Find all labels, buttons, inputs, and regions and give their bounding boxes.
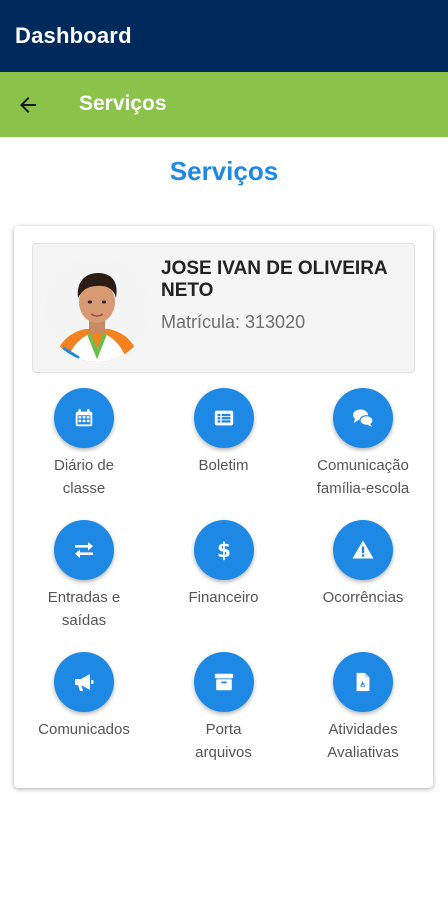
service-label: Porta arquivos (195, 721, 252, 761)
sub-bar: Serviços (0, 72, 448, 137)
student-name: JOSE IVAN DE OLIVEIRA NETO (161, 258, 387, 301)
service-entradas-e-saidas[interactable]: Entradas e saídas (14, 520, 154, 652)
service-atividades-avaliativas[interactable]: Atividades Avaliativas (293, 652, 433, 784)
page-title: Serviços (169, 156, 279, 186)
calendar-icon (75, 408, 93, 427)
archive-box-icon (214, 673, 233, 691)
chat-bubbles-icon (353, 409, 374, 427)
app-bar-title: Dashboard (15, 23, 132, 48)
service-label: Comunicados (38, 721, 130, 738)
services-card: JOSE IVAN DE OLIVEIRA NETO Matrícula: 31… (14, 226, 433, 788)
service-ocorrencias[interactable]: Ocorrências (293, 520, 433, 652)
exchange-arrows-icon (75, 542, 93, 558)
megaphone-icon (75, 674, 94, 691)
warning-triangle-icon (352, 540, 374, 559)
service-diario-de-classe[interactable]: Diário de classe (14, 388, 154, 520)
dollar-icon: $ (217, 538, 231, 562)
service-boletim[interactable]: Boletim (154, 388, 293, 520)
arrow-left-icon (20, 97, 36, 113)
student-registration: Matrícula: 313020 (161, 312, 306, 332)
service-label: Atividades Avaliativas (327, 721, 399, 761)
svg-text:$: $ (217, 538, 231, 562)
avatar (45, 258, 149, 362)
app-bar: Dashboard (0, 0, 448, 72)
service-porta-arquivos[interactable]: Porta arquivos (154, 652, 293, 784)
back-button[interactable] (14, 91, 42, 119)
service-label: Ocorrências (322, 589, 404, 606)
service-label: Comunicação família-escola (316, 457, 410, 497)
service-label: Diário de classe (53, 457, 115, 497)
service-financeiro[interactable]: $ Financeiro (154, 520, 293, 652)
service-comunicados[interactable]: Comunicados (14, 652, 154, 784)
service-label: Boletim (198, 457, 249, 474)
student-info: JOSE IVAN DE OLIVEIRA NETO Matrícula: 31… (32, 243, 415, 373)
student-photo (45, 258, 149, 362)
services-grid: Diário de classe Boletim Comunicação fam… (14, 388, 433, 784)
service-label: Entradas e saídas (47, 589, 121, 629)
service-comunicacao-familia-escola[interactable]: Comunicação família-escola (293, 388, 433, 520)
list-alt-icon (214, 410, 233, 426)
file-document-icon (356, 672, 370, 692)
service-label: Financeiro (188, 589, 259, 606)
sub-bar-title: Serviços (79, 92, 167, 115)
